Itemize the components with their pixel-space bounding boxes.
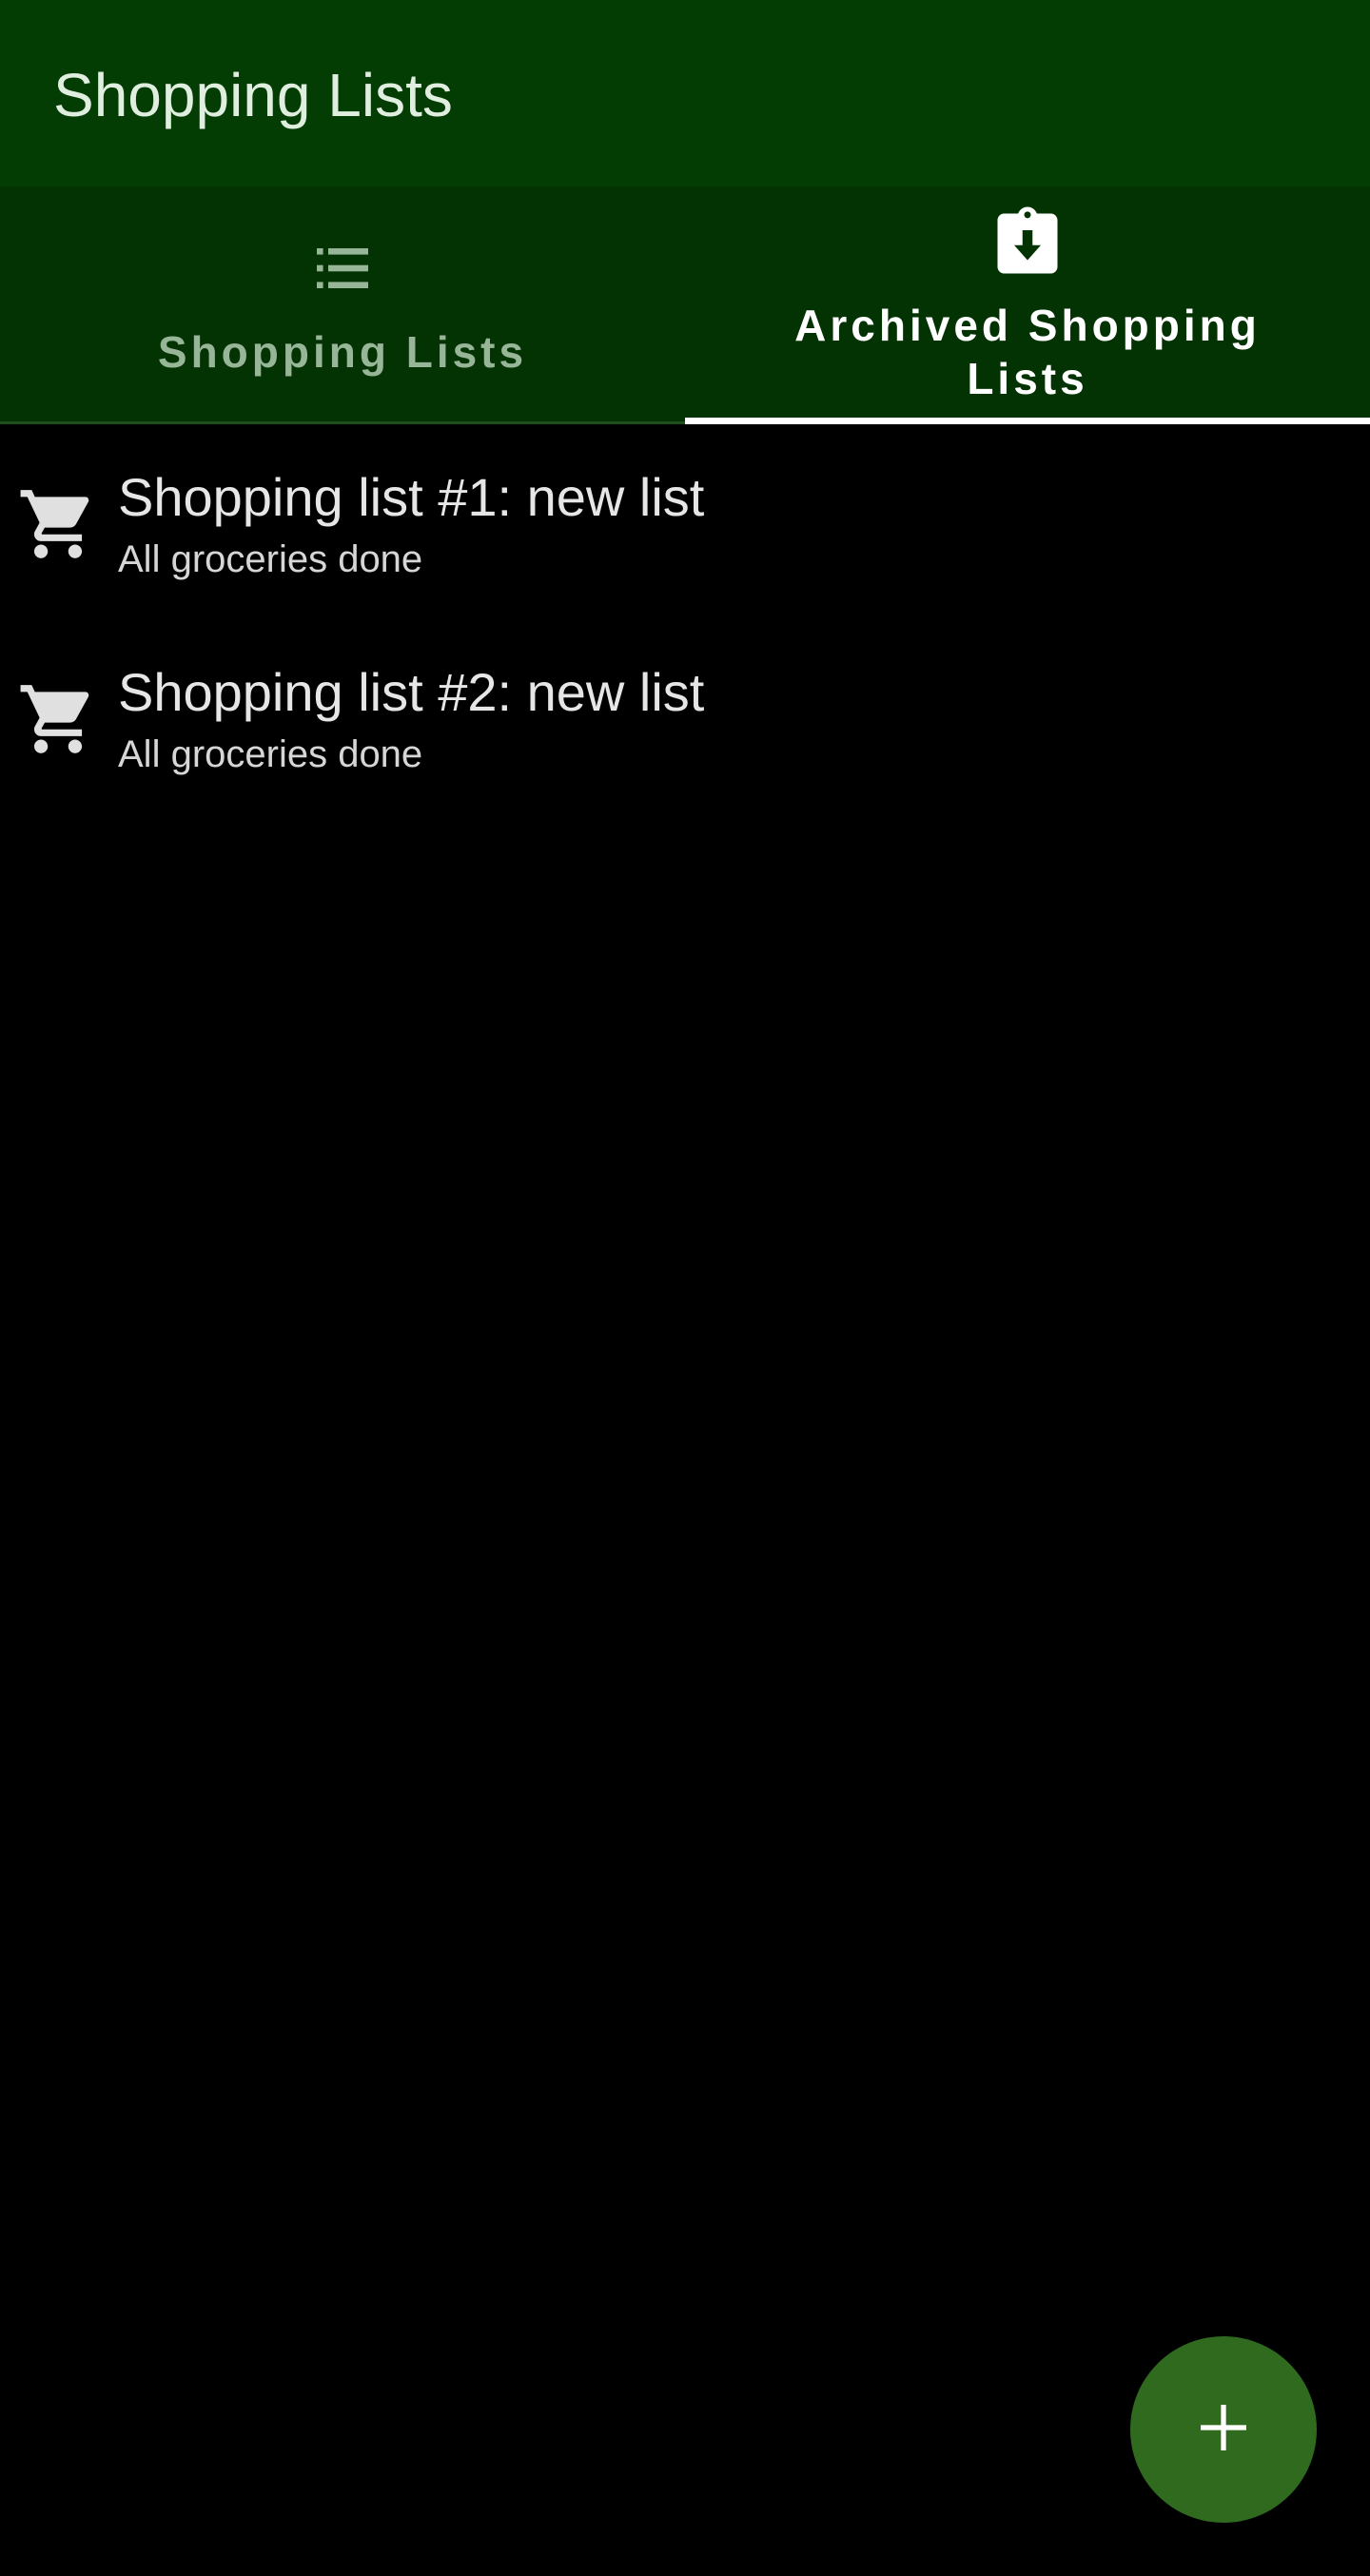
list-item-subtitle: All groceries done [118, 538, 423, 580]
app-bar: Shopping Lists [0, 0, 1370, 186]
app-title: Shopping Lists [53, 61, 453, 129]
cart-icon [17, 678, 99, 765]
tab-shopping-lists-label: Shopping Lists [157, 327, 528, 377]
tab-bar: Shopping Lists Archived Shopping Lists [0, 186, 1370, 424]
list-item-title: Shopping list #1: new list [118, 467, 705, 527]
list-item-title: Shopping list #2: new list [118, 662, 705, 722]
list-icon [308, 234, 377, 307]
tab-shopping-lists[interactable]: Shopping Lists [0, 186, 685, 421]
cart-icon [17, 483, 99, 570]
list-item-subtitle: All groceries done [118, 733, 423, 775]
tab-archived-shopping-lists[interactable]: Archived Shopping Lists [685, 186, 1370, 424]
list-item[interactable]: Shopping list #1: new list All groceries… [0, 424, 1370, 619]
archived-lists: Shopping list #1: new list All groceries… [0, 424, 1370, 814]
list-item[interactable]: Shopping list #2: new list All groceries… [0, 619, 1370, 814]
tab-selected-indicator [685, 418, 1370, 424]
archive-clipboard-icon [988, 204, 1067, 288]
plus-icon [1193, 2397, 1254, 2463]
app-screen: Shopping Lists Shopping Lists Archived S… [0, 0, 1370, 2576]
add-list-button[interactable] [1130, 2336, 1317, 2523]
tab-archived-shopping-lists-label: Archived Shopping Lists [794, 301, 1261, 403]
